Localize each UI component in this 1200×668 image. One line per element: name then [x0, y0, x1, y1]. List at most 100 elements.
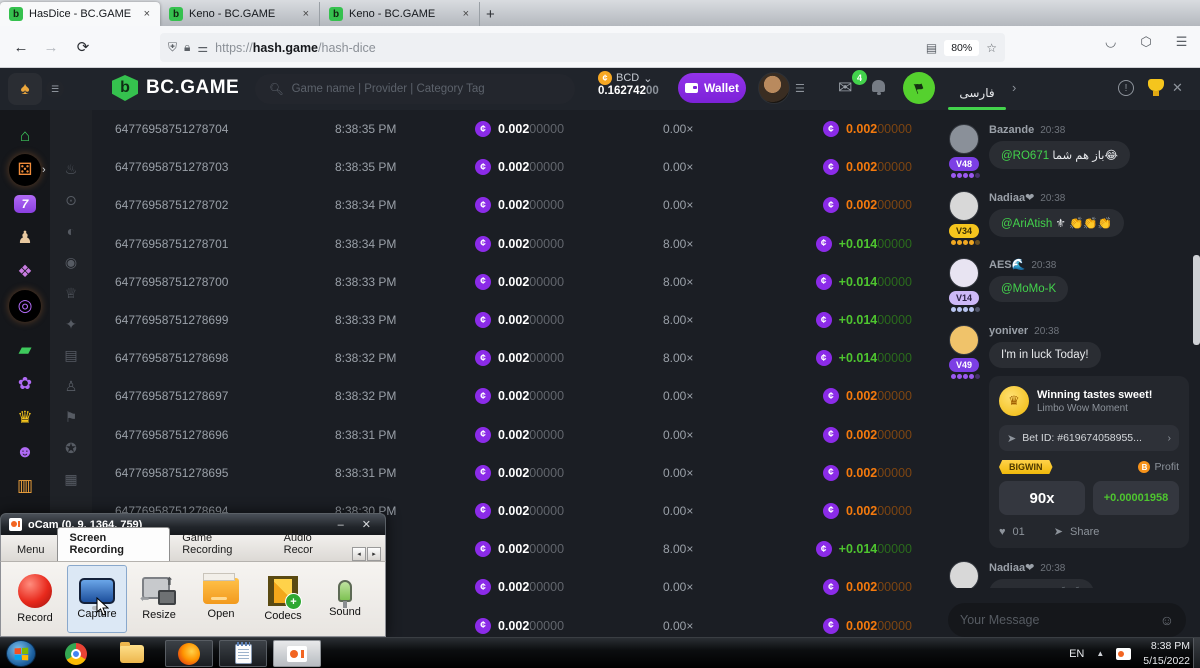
- heart-like-icon[interactable]: ♥: [999, 526, 1006, 538]
- ocam-tab-screen-recording[interactable]: Screen Recording: [57, 527, 171, 561]
- chat-avatar[interactable]: [949, 191, 979, 221]
- game-category-icon[interactable]: ⚑: [62, 408, 80, 426]
- sidebar-item-home[interactable]: ⌂: [9, 120, 41, 152]
- back-button[interactable]: ←: [8, 34, 34, 60]
- sidebar-item-bingo-ring[interactable]: ✿: [9, 368, 41, 400]
- ocam-tray-icon[interactable]: [1116, 648, 1131, 660]
- taskbar-firefox[interactable]: [165, 640, 213, 667]
- browser-tab[interactable]: bKeno - BC.GAME×: [320, 2, 480, 26]
- taskbar-chrome[interactable]: [52, 640, 100, 667]
- taskbar-notepad[interactable]: [219, 640, 267, 667]
- ocam-tab-audio-recor[interactable]: Audio Recor: [272, 528, 352, 561]
- game-category-icon[interactable]: ♨: [62, 160, 80, 178]
- user-menu-icon[interactable]: ☰: [795, 82, 806, 95]
- game-category-icon[interactable]: ◉: [62, 253, 80, 271]
- game-category-icon[interactable]: ▤: [62, 346, 80, 364]
- ocam-resize-button[interactable]: ⬆⬅Resize: [129, 565, 189, 633]
- forward-button[interactable]: →: [38, 34, 64, 60]
- lock-icon[interactable]: 🔒︎: [184, 40, 190, 55]
- bet-row[interactable]: 647769587512787018:38:34 PM¢0.002000008.…: [92, 225, 935, 263]
- new-tab-button[interactable]: +: [480, 6, 505, 26]
- bet-row[interactable]: 647769587512786958:38:31 PM¢0.002000000.…: [92, 454, 935, 492]
- taskbar-ocam[interactable]: [273, 640, 321, 667]
- chat-expand-chevron[interactable]: ›: [1012, 80, 1016, 95]
- bookmark-star-icon[interactable]: ☆: [986, 41, 997, 55]
- sidebar-menu-icon[interactable]: ☰: [46, 80, 64, 98]
- sidebar-item-live-casino[interactable]: ♟: [9, 222, 41, 254]
- chat-avatar[interactable]: [949, 325, 979, 355]
- game-category-icon[interactable]: ⊙: [62, 191, 80, 209]
- game-search-input[interactable]: 🔍︎ Game name | Provider | Category Tag: [255, 74, 575, 104]
- wallet-button[interactable]: Wallet: [678, 73, 746, 103]
- chat-username[interactable]: Nadiaa❤: [989, 562, 1034, 574]
- sidebar-item-sports-ticket[interactable]: ▰: [9, 334, 41, 366]
- taskbar-explorer[interactable]: [108, 640, 156, 667]
- chat-username[interactable]: yoniver: [989, 325, 1028, 337]
- chat-rules-info-icon[interactable]: !: [1118, 80, 1134, 96]
- bet-row[interactable]: 647769587512787028:38:34 PM¢0.002000000.…: [92, 186, 935, 224]
- ocam-close-button[interactable]: ✕: [356, 518, 377, 531]
- menu-icon[interactable]: ☰: [1176, 34, 1188, 50]
- mention-link[interactable]: @AriAtish: [1001, 218, 1052, 230]
- sidebar-item-promotions[interactable]: ❖: [9, 256, 41, 288]
- sidebar-item-vip-crown[interactable]: ♛: [9, 402, 41, 434]
- chat-username[interactable]: Bazande: [989, 124, 1034, 136]
- emoji-smiley-icon[interactable]: ☺: [1160, 612, 1174, 628]
- ocam-record-button[interactable]: Record: [5, 565, 65, 633]
- quest-chat-button[interactable]: ⚑: [903, 72, 935, 104]
- reload-button[interactable]: ⟳: [70, 34, 96, 60]
- mention-link[interactable]: @MoMo-K: [1001, 283, 1056, 295]
- bet-row[interactable]: 647769587512787048:38:35 PM¢0.002000000.…: [92, 110, 935, 148]
- taskbar-clock[interactable]: 8:38 PM 5/15/2022: [1143, 639, 1190, 667]
- sidebar-item-casino-dice[interactable]: ⚄: [9, 154, 41, 186]
- casino-spade-logo[interactable]: ♠: [8, 73, 42, 105]
- chat-message-input[interactable]: Your Message ☺: [948, 603, 1186, 637]
- ocam-tab-scroll-right[interactable]: ▸: [367, 547, 381, 561]
- share-icon[interactable]: ➤: [1054, 525, 1063, 538]
- chat-avatar[interactable]: [949, 561, 979, 588]
- browser-tab[interactable]: bKeno - BC.GAME×: [160, 2, 320, 26]
- ocam-tab-scroll-left[interactable]: ◂: [352, 547, 366, 561]
- bet-row[interactable]: 647769587512786998:38:33 PM¢0.002000008.…: [92, 301, 935, 339]
- ocam-tab-game-recording[interactable]: Game Recording: [170, 528, 271, 561]
- game-category-icon[interactable]: ◐: [62, 222, 80, 240]
- bet-row[interactable]: 647769587512786988:38:32 PM¢0.002000008.…: [92, 339, 935, 377]
- bet-row[interactable]: 647769587512787038:38:35 PM¢0.002000000.…: [92, 148, 935, 186]
- sidebar-item-refer-friends[interactable]: ☻: [9, 436, 41, 468]
- trophy-icon[interactable]: [1148, 79, 1164, 91]
- permissions-icon[interactable]: ⚌: [197, 41, 208, 55]
- start-button[interactable]: [6, 640, 36, 667]
- game-category-icon[interactable]: ✦: [62, 315, 80, 333]
- ocam-codecs-button[interactable]: Codecs: [253, 565, 313, 633]
- chat-avatar[interactable]: [949, 258, 979, 288]
- browser-tab[interactable]: bHasDice - BC.GAME×: [0, 2, 160, 26]
- url-bar[interactable]: ⛨ 🔒︎ ⚌ https://hash.game/hash-dice ▤ 80%…: [160, 33, 1005, 62]
- ocam-tab-menu[interactable]: Menu: [5, 540, 57, 561]
- bet-id-pill[interactable]: ➤Bet ID: #619674058955...›: [999, 425, 1179, 451]
- mail-icon[interactable]: ✉: [838, 78, 852, 98]
- shield-icon[interactable]: ⛨: [168, 40, 177, 55]
- extensions-icon[interactable]: ⬡: [1140, 34, 1151, 50]
- show-desktop-button[interactable]: [1193, 638, 1200, 668]
- page-scrollbar-thumb[interactable]: [1193, 255, 1200, 345]
- tab-close-icon[interactable]: ×: [461, 8, 471, 20]
- brand-logo[interactable]: b BC.GAME: [112, 75, 239, 101]
- bet-row[interactable]: 647769587512786968:38:31 PM¢0.002000000.…: [92, 416, 935, 454]
- ocam-sound-button[interactable]: Sound: [315, 565, 375, 633]
- sidebar-item-slots[interactable]: 7: [9, 188, 41, 220]
- tray-expand-icon[interactable]: ▲: [1096, 649, 1104, 658]
- chat-username[interactable]: Nadiaa❤: [989, 192, 1034, 204]
- zoom-level-badge[interactable]: 80%: [944, 40, 979, 56]
- balance-selector[interactable]: ¢ BCD ⌄ 0.16274200: [598, 71, 678, 97]
- chat-language-tab[interactable]: فارسی: [948, 76, 1006, 110]
- user-avatar[interactable]: [758, 72, 790, 104]
- chat-avatar[interactable]: [949, 124, 979, 154]
- reader-mode-icon[interactable]: ▤: [926, 41, 937, 55]
- chat-close-icon[interactable]: ✕: [1172, 80, 1183, 96]
- ocam-open-button[interactable]: Open: [191, 565, 251, 633]
- share-label[interactable]: Share: [1070, 526, 1099, 538]
- sidebar-expand-chevron[interactable]: ›: [42, 164, 46, 176]
- game-category-icon[interactable]: ♕: [62, 284, 80, 302]
- game-category-icon[interactable]: ♙: [62, 377, 80, 395]
- tab-close-icon[interactable]: ×: [142, 8, 152, 20]
